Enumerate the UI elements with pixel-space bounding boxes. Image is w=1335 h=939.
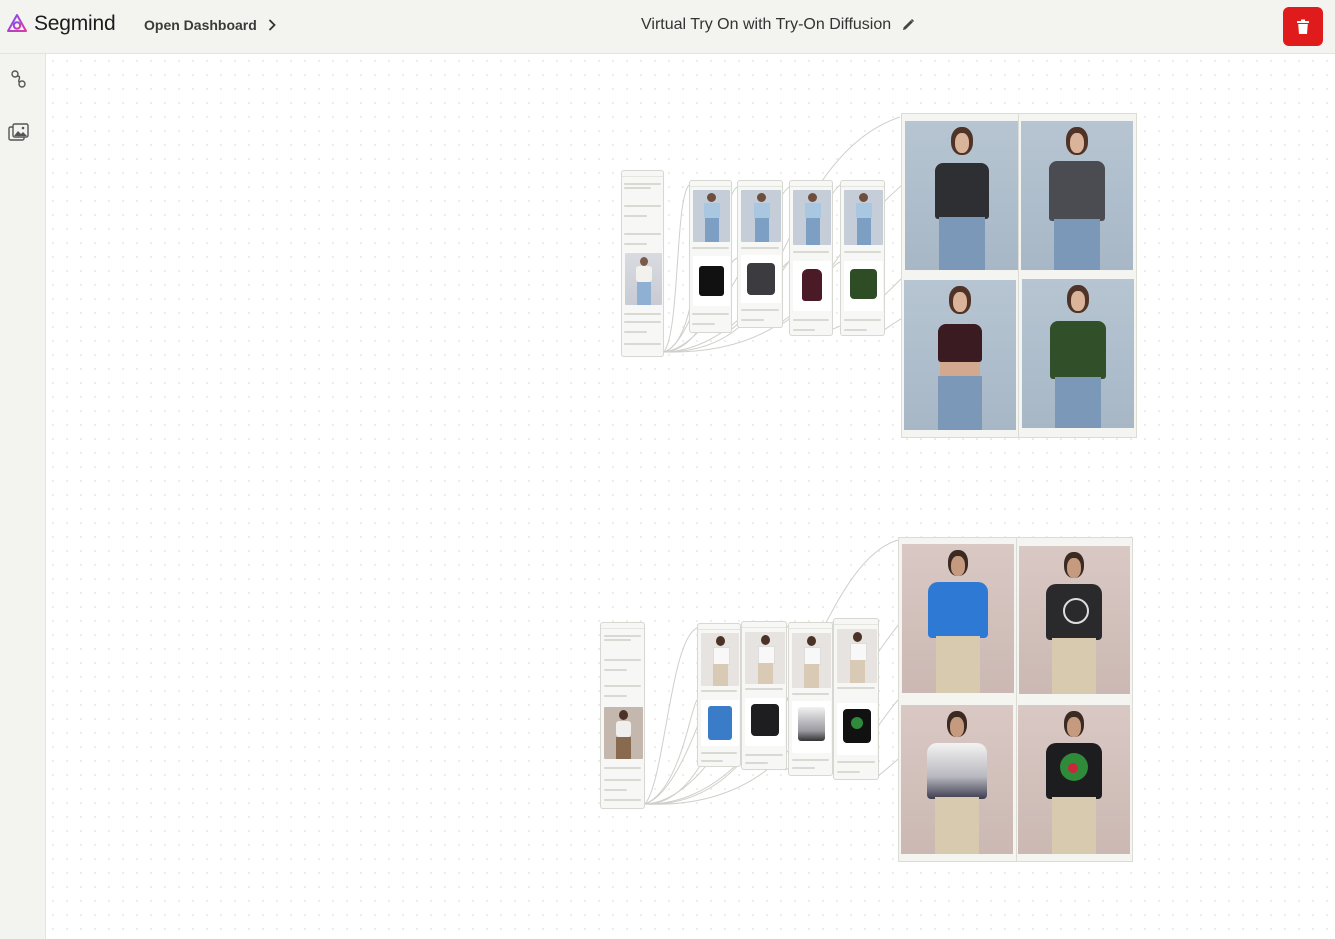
try-on-node-1[interactable] [689,180,732,333]
input-node-1[interactable] [621,170,664,357]
try-on-node-8[interactable] [833,618,879,780]
output-image-crop-top [904,280,1016,430]
try-on-node-7[interactable] [788,622,833,776]
input-node-2[interactable] [600,622,645,809]
segmind-logo-icon [7,14,27,32]
brand-name: Segmind [34,12,116,35]
model-photo-thumbnail [604,707,643,759]
garment-thumbnail [745,698,785,746]
try-on-node-4[interactable] [840,180,885,336]
workflow-icon[interactable] [8,68,30,90]
workflow-title-group: Virtual Try On with Try-On Diffusion [641,16,915,34]
try-on-node-6[interactable] [741,621,787,770]
person-thumbnail [792,633,831,688]
person-thumbnail [701,633,739,686]
try-on-node-2[interactable] [737,180,783,328]
open-dashboard-link[interactable]: Open Dashboard [144,17,277,33]
garment-thumbnail [793,261,831,311]
output-image-green-top [1022,279,1134,428]
model-photo-thumbnail [625,253,662,305]
chevron-right-icon [268,19,276,31]
garment-thumbnail [792,701,831,753]
breadcrumb-label: Open Dashboard [144,17,257,33]
person-thumbnail [793,190,831,245]
node-header [622,171,663,177]
output-image-graphic-tee [1019,546,1130,694]
delete-workflow-button[interactable] [1283,7,1323,46]
edit-pencil-icon[interactable] [901,18,915,32]
person-thumbnail [693,190,730,242]
garment-thumbnail [701,700,739,746]
left-sidebar [0,54,46,939]
workflow-title: Virtual Try On with Try-On Diffusion [641,16,892,33]
try-on-node-3[interactable] [789,180,833,336]
output-image-blue-shirt [902,544,1014,693]
output-image-black-tshirt [905,121,1018,270]
brand-logo[interactable]: Segmind [6,12,116,36]
try-on-node-5[interactable] [697,623,741,767]
person-thumbnail [745,632,785,684]
garment-thumbnail [741,255,781,303]
garment-thumbnail [837,703,877,755]
person-thumbnail [844,190,883,245]
garment-thumbnail [844,261,883,311]
gallery-icon[interactable] [8,122,30,144]
node-header [601,623,644,629]
output-image-grey-jacket [1021,121,1133,270]
trash-icon [1297,19,1309,34]
output-image-green-print-tee [1018,705,1130,854]
top-bar: Segmind Open Dashboard Virtual Try On wi… [0,0,1335,54]
output-image-floral-shirt [901,705,1013,854]
person-thumbnail [741,190,781,242]
person-thumbnail [837,629,877,683]
garment-thumbnail [693,256,730,306]
